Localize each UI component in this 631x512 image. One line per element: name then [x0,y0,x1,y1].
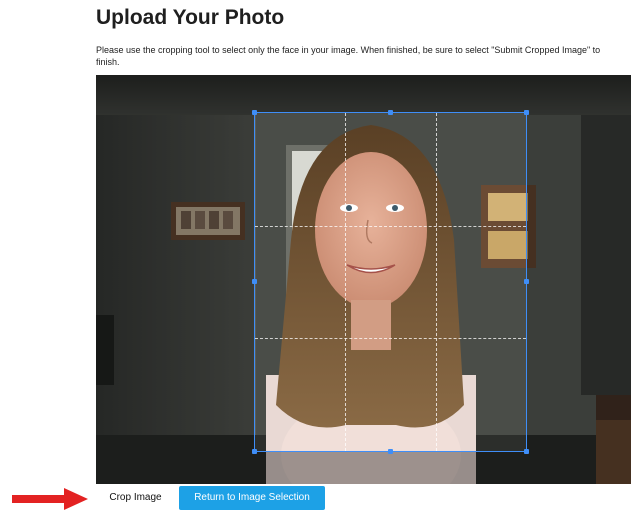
crop-grid-line [255,225,526,227]
crop-handle-top[interactable] [387,110,393,115]
red-arrow-right-icon [12,488,88,510]
crop-handle-top-left[interactable] [252,110,257,115]
crop-grid-line [435,113,437,451]
crop-handle-bottom-right[interactable] [524,449,529,454]
crop-handle-bottom-left[interactable] [252,449,257,454]
crop-instructions: Please use the cropping tool to select o… [96,45,601,67]
crop-grid-line [345,113,347,451]
page-title: Upload Your Photo [96,6,285,29]
crop-handle-bottom[interactable] [387,449,393,454]
crop-handle-top-right[interactable] [524,110,529,115]
crop-image-button[interactable]: Crop Image [98,486,173,510]
crop-handle-right[interactable] [524,279,529,284]
crop-selection-box[interactable] [252,110,529,454]
return-to-image-selection-button[interactable]: Return to Image Selection [179,486,325,510]
crop-handle-left[interactable] [252,279,257,284]
image-cropper[interactable] [96,75,631,484]
crop-grid-line [255,338,526,340]
